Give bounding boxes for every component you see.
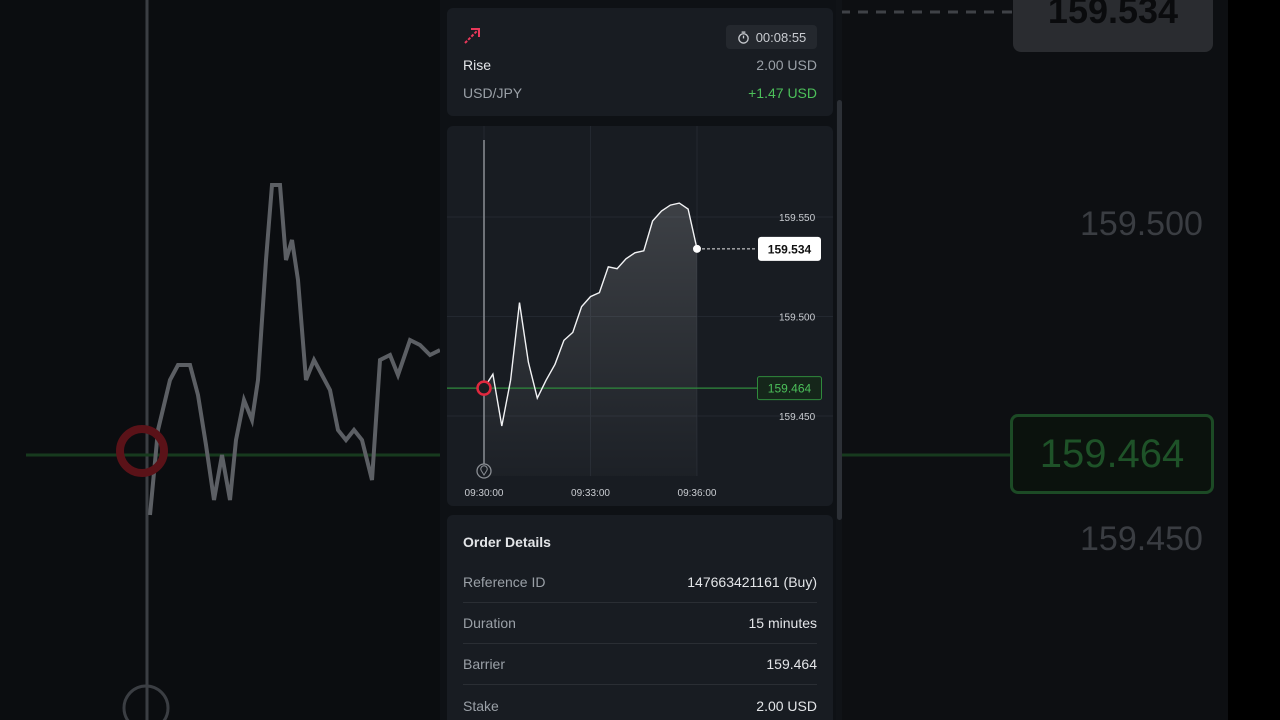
order-value: 147663421161 (Buy) [687, 574, 817, 590]
background-price-tag: 159.534 [1013, 0, 1213, 52]
scrollbar-thumb[interactable] [837, 100, 842, 520]
order-row-barrier: Barrier 159.464 [463, 644, 817, 685]
y-tick-label: 159.450 [779, 412, 816, 423]
order-label: Reference ID [463, 574, 546, 590]
order-details-title: Order Details [463, 534, 551, 550]
contract-profit: +1.47 USD [748, 85, 817, 101]
stopwatch-icon [737, 30, 749, 44]
contract-symbol: USD/JPY [463, 85, 523, 101]
background-price-label: 159.500 [1080, 205, 1203, 243]
order-label: Duration [463, 615, 516, 631]
order-label: Stake [463, 697, 499, 714]
remaining-time-badge: 00:08:55 [726, 25, 817, 49]
y-tick-label: 159.500 [779, 313, 816, 324]
x-tick-label: 09:33:00 [571, 488, 610, 499]
background-right-lines [840, 10, 1012, 457]
background-price-label: 159.450 [1080, 520, 1203, 558]
order-value: 15 minutes [748, 615, 817, 631]
order-row-reference-id: Reference ID 147663421161 (Buy) [463, 562, 817, 603]
remaining-time: 00:08:55 [755, 29, 807, 45]
order-value: 159.464 [766, 656, 817, 672]
order-label: Barrier [463, 656, 506, 672]
background-left [0, 0, 441, 720]
contract-stake: 2.00 USD [756, 57, 817, 73]
background-barrier-tag: 159.464 [1010, 414, 1214, 494]
current-price-dot [693, 244, 701, 253]
entry-spot-marker [476, 380, 492, 396]
contract-type: Rise [463, 57, 492, 73]
order-value: 2.00 USD [756, 697, 817, 714]
barrier-label: 159.464 [768, 382, 812, 396]
current-price-label: 159.534 [768, 242, 812, 256]
x-tick-label: 09:30:00 [465, 488, 504, 499]
order-row-duration: Duration 15 minutes [463, 603, 817, 644]
background-edge [1228, 0, 1280, 720]
arrow-up-right-icon [464, 28, 480, 44]
x-tick-label: 09:36:00 [678, 488, 717, 499]
price-chart-svg[interactable]: 159.550 159.500 159.450 09:30:00 09:33:00 09:… [447, 126, 833, 506]
y-tick-label: 159.550 [779, 213, 816, 224]
background-left-chart [26, 0, 441, 720]
background-right [840, 0, 1280, 720]
order-row-stake: Stake 2.00 USD [463, 685, 817, 720]
price-chart[interactable]: 159.550 159.500 159.450 09:30:00 09:33:00 09:… [447, 126, 833, 506]
